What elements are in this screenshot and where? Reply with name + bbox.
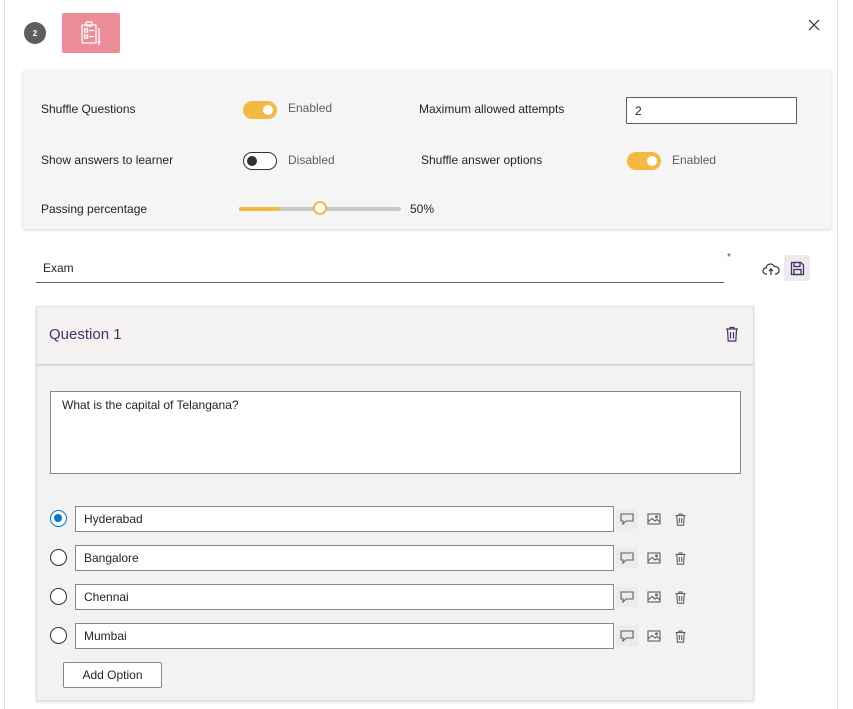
question-card: Question 1 What is the capital of Telang… xyxy=(36,306,754,701)
option-delete-button[interactable] xyxy=(669,587,691,607)
question-text-input[interactable]: What is the capital of Telangana? xyxy=(50,391,741,474)
option-delete-button[interactable] xyxy=(669,509,691,529)
option-radio[interactable] xyxy=(50,588,67,605)
show-answers-label: Show answers to learner xyxy=(41,153,174,167)
save-button[interactable] xyxy=(784,255,810,281)
option-image-button[interactable] xyxy=(643,626,665,646)
option-image-button[interactable] xyxy=(643,587,665,607)
delete-question-button[interactable] xyxy=(721,323,743,345)
comment-icon xyxy=(620,630,634,642)
shuffle-questions-status: Enabled xyxy=(288,101,333,115)
option-feedback-button[interactable] xyxy=(616,626,638,646)
shuffle-options-toggle[interactable] xyxy=(627,152,661,170)
quiz-title-field xyxy=(36,254,724,283)
trash-icon xyxy=(675,629,685,643)
passing-percentage-label: Passing percentage xyxy=(41,202,148,216)
close-icon xyxy=(808,19,820,31)
passing-percentage-slider[interactable] xyxy=(239,200,401,216)
option-radio[interactable] xyxy=(50,510,67,527)
question-title: Question 1 xyxy=(49,326,122,343)
option-radio[interactable] xyxy=(50,549,67,566)
option-input[interactable] xyxy=(75,506,614,532)
show-answers-status: Disabled xyxy=(288,153,335,167)
option-row-2 xyxy=(37,545,753,571)
trash-icon xyxy=(726,326,738,342)
option-feedback-button[interactable] xyxy=(616,509,638,529)
passing-percentage-value: 50% xyxy=(410,202,435,216)
option-input[interactable] xyxy=(75,623,614,649)
comment-icon xyxy=(620,552,634,564)
upload-button[interactable] xyxy=(760,258,782,280)
cloud-upload-icon xyxy=(762,263,780,275)
shuffle-options-status: Enabled xyxy=(672,153,717,167)
option-image-button[interactable] xyxy=(643,509,665,529)
close-button[interactable] xyxy=(804,15,824,35)
option-row-4 xyxy=(37,623,753,649)
step-badge: 2 xyxy=(24,22,46,44)
quiz-settings-card: Shuffle Questions Enabled Maximum allowe… xyxy=(23,70,831,229)
image-icon xyxy=(647,630,661,642)
quiz-title-input[interactable] xyxy=(36,254,724,282)
option-row-1 xyxy=(37,506,753,532)
slider-thumb[interactable] xyxy=(313,201,327,215)
trash-icon xyxy=(675,590,685,604)
trash-icon xyxy=(675,551,685,565)
question-header: Question 1 xyxy=(37,307,753,365)
shuffle-options-label: Shuffle answer options xyxy=(421,153,543,167)
max-attempts-label: Maximum allowed attempts xyxy=(419,102,565,116)
comment-icon xyxy=(620,591,634,603)
image-icon xyxy=(647,591,661,603)
image-icon xyxy=(647,552,661,564)
option-delete-button[interactable] xyxy=(669,548,691,568)
option-row-3 xyxy=(37,584,753,610)
option-feedback-button[interactable] xyxy=(616,548,638,568)
trash-icon xyxy=(675,512,685,526)
show-answers-toggle[interactable] xyxy=(243,152,277,170)
option-input[interactable] xyxy=(75,584,614,610)
shuffle-questions-label: Shuffle Questions xyxy=(41,102,136,116)
quiz-clipboard-icon xyxy=(62,13,120,53)
option-delete-button[interactable] xyxy=(669,626,691,646)
save-icon xyxy=(790,261,804,275)
add-option-button[interactable]: Add Option xyxy=(63,662,162,688)
comment-icon xyxy=(620,513,634,525)
quiz-editor-panel: 2 Shuffle Questions Enabled Maximum allo… xyxy=(4,0,838,709)
shuffle-questions-toggle[interactable] xyxy=(243,101,277,119)
image-icon xyxy=(647,513,661,525)
max-attempts-input[interactable] xyxy=(626,97,797,124)
option-image-button[interactable] xyxy=(643,548,665,568)
option-input[interactable] xyxy=(75,545,614,571)
option-feedback-button[interactable] xyxy=(616,587,638,607)
required-indicator: * xyxy=(727,252,731,263)
option-radio[interactable] xyxy=(50,627,67,644)
